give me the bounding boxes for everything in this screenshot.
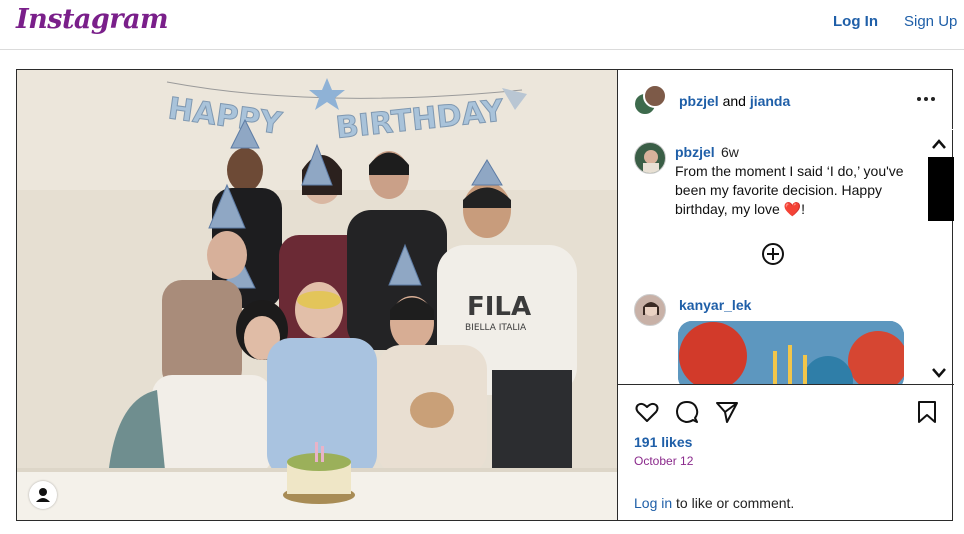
- login-prompt-text: to like or comment.: [672, 495, 795, 511]
- share-button[interactable]: [714, 399, 740, 425]
- chevron-up-icon: [932, 139, 946, 149]
- tagged-users-button[interactable]: [29, 481, 57, 509]
- load-more-comments-button[interactable]: [761, 242, 785, 266]
- save-button[interactable]: [914, 399, 940, 425]
- post-card: HAPPY BIRTHDAY FILA BIELLA ITALIA pbzjel…: [16, 69, 954, 521]
- caption-username[interactable]: pbzjel: [675, 144, 715, 160]
- caption-tail: !: [801, 201, 805, 217]
- like-count[interactable]: 191 likes: [634, 434, 692, 450]
- author-link[interactable]: pbzjel: [679, 93, 719, 109]
- coauthor-avatars[interactable]: [633, 84, 667, 118]
- comment-icon: [676, 401, 699, 423]
- post-date[interactable]: October 12: [634, 454, 693, 468]
- comment-button[interactable]: [674, 399, 700, 425]
- more-options-button[interactable]: [916, 92, 936, 106]
- heart-icon: [635, 402, 659, 422]
- shirt-subtext: BIELLA ITALIA: [465, 323, 527, 333]
- comment-username[interactable]: kanyar_lek: [679, 297, 751, 313]
- chevron-down-icon: [932, 368, 946, 378]
- like-button[interactable]: [634, 399, 660, 425]
- caption-text: From the moment I said ‘I do,’ you've be…: [675, 162, 915, 219]
- heart-emoji: ❤️: [783, 201, 802, 217]
- avatar: [643, 84, 667, 108]
- user-tag-icon: [36, 488, 50, 502]
- scroll-down-button[interactable]: [931, 366, 947, 378]
- login-to-like-link[interactable]: Log in: [634, 495, 672, 511]
- post-side-panel: pbzjel and jianda pbzjel 6w From the mom…: [617, 70, 954, 520]
- authors-joiner: and: [722, 93, 746, 109]
- login-prompt: Log in to like or comment.: [634, 495, 794, 511]
- coauthor-link[interactable]: jianda: [750, 93, 790, 109]
- caption-time: 6w: [721, 144, 739, 160]
- post-actions: 191 likes October 12 Log in to like or c…: [618, 384, 954, 520]
- share-icon: [716, 402, 738, 423]
- scroll-up-button[interactable]: [931, 137, 947, 149]
- avatar[interactable]: [634, 142, 666, 174]
- instagram-logo[interactable]: Instagram: [16, 4, 169, 35]
- post-header: pbzjel and jianda: [618, 70, 954, 130]
- scrollbar-thumb[interactable]: [928, 157, 954, 221]
- comments-list[interactable]: pbzjel 6w From the moment I said ‘I do,’…: [618, 130, 954, 384]
- signup-link[interactable]: Sign Up: [904, 13, 957, 30]
- post-photo[interactable]: HAPPY BIRTHDAY FILA BIELLA ITALIA: [17, 70, 617, 520]
- shirt-text: FILA: [467, 292, 531, 322]
- login-link[interactable]: Log In: [833, 13, 878, 30]
- comment-media[interactable]: [678, 321, 904, 384]
- more-icon: [917, 97, 935, 101]
- plus-circle-icon: [762, 243, 784, 265]
- top-bar: Instagram Log In Sign Up: [0, 0, 964, 50]
- post-authors: pbzjel and jianda: [679, 93, 790, 109]
- avatar[interactable]: [634, 294, 666, 326]
- bookmark-icon: [918, 401, 936, 423]
